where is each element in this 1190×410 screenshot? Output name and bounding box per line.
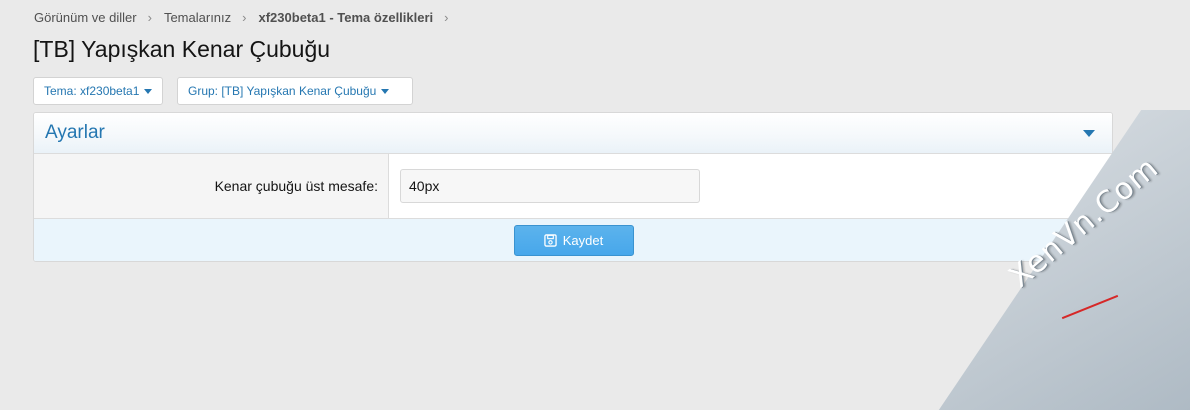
theme-filter-label: Tema: xf230beta1 bbox=[44, 84, 140, 98]
save-icon bbox=[544, 233, 557, 247]
save-button[interactable]: Kaydet bbox=[513, 224, 634, 256]
group-filter-button[interactable]: Grup: [TB] Yapışkan Kenar Çubuğu bbox=[177, 77, 413, 105]
breadcrumb-separator-icon: › bbox=[242, 10, 247, 25]
breadcrumb-item-theme[interactable]: xf230beta1 bbox=[259, 10, 326, 25]
breadcrumb-separator-icon: › bbox=[147, 10, 152, 25]
breadcrumb-item-properties[interactable]: - Tema özellikleri bbox=[326, 10, 433, 25]
page-title: [TB] Yapışkan Kenar Çubuğu bbox=[33, 36, 331, 62]
breadcrumb-properties-label: - Tema özellikleri bbox=[329, 10, 434, 25]
form-footer: Kaydet bbox=[34, 219, 1112, 261]
caret-down-icon bbox=[381, 88, 390, 94]
breadcrumb: Görünüm ve diller › Temalarınız › xf230b… bbox=[34, 10, 460, 25]
group-filter-label: Grup: [TB] Yapışkan Kenar Çubuğu bbox=[188, 84, 377, 98]
chevron-down-icon[interactable] bbox=[1083, 129, 1095, 137]
save-button-label: Kaydet bbox=[562, 232, 604, 248]
caret-down-icon bbox=[144, 88, 153, 94]
settings-panel: Ayarlar Kenar çubuğu üst mesafe: Kaydet bbox=[33, 112, 1113, 262]
breadcrumb-item-themes[interactable]: Temalarınız bbox=[164, 10, 231, 25]
form-row: Kenar çubuğu üst mesafe: bbox=[34, 154, 1112, 219]
watermark-accent-line bbox=[1061, 294, 1119, 320]
field-label: Kenar çubuğu üst mesafe: bbox=[34, 154, 389, 218]
sidebar-top-offset-input[interactable] bbox=[400, 169, 700, 203]
theme-filter-button[interactable]: Tema: xf230beta1 bbox=[33, 77, 164, 105]
breadcrumb-separator-icon: › bbox=[444, 10, 449, 25]
panel-header[interactable]: Ayarlar bbox=[34, 113, 1112, 154]
panel-title: Ayarlar bbox=[45, 122, 105, 143]
breadcrumb-item-appearance[interactable]: Görünüm ve diller bbox=[34, 10, 137, 25]
field-input-cell bbox=[389, 154, 1112, 218]
